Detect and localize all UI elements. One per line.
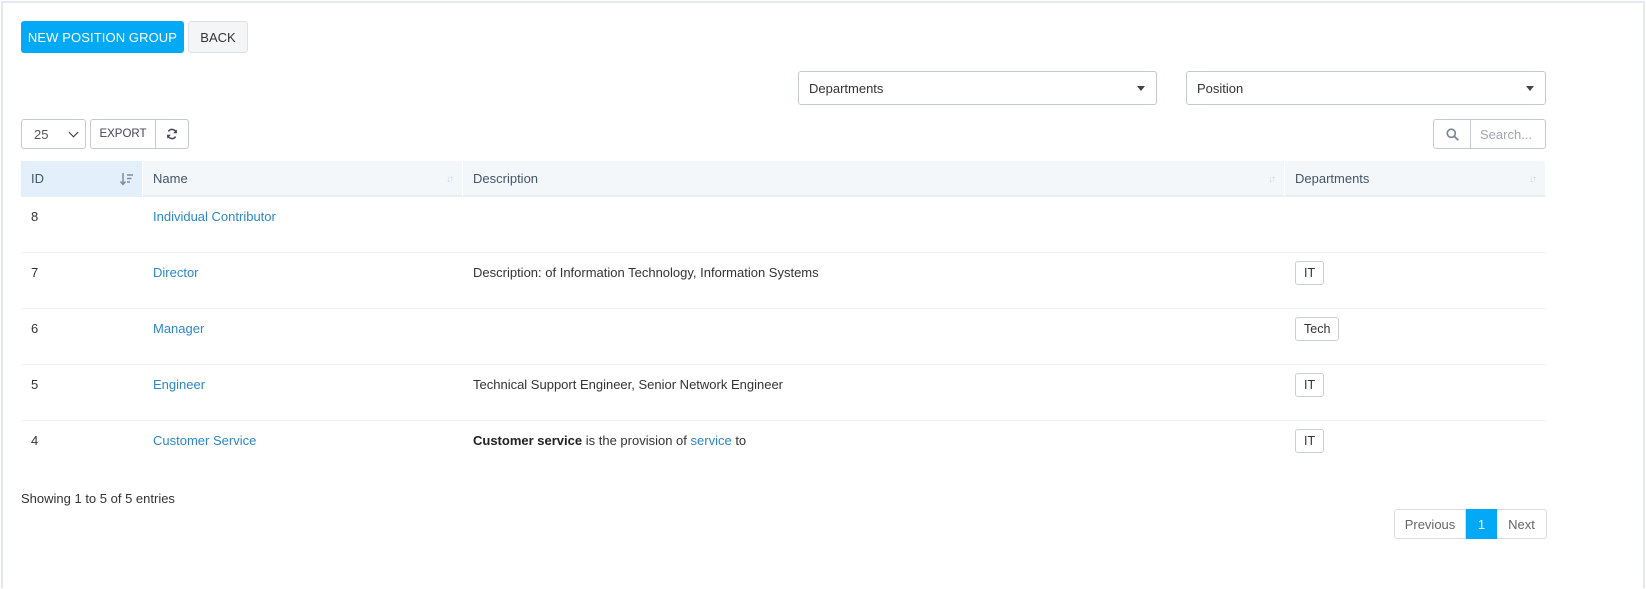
refresh-icon [167, 128, 177, 140]
back-button[interactable]: BACK [188, 21, 248, 53]
description-link[interactable]: service [691, 433, 732, 448]
cell-id: 5 [31, 377, 39, 392]
cell-id: 4 [31, 433, 39, 448]
description-bold-text: Customer service [473, 433, 583, 448]
table-row: 4 Customer Service Customer service is t… [21, 420, 1546, 476]
cell-departments: IT [1285, 365, 1546, 420]
cell-departments [1285, 197, 1546, 252]
position-name-link[interactable]: Engineer [153, 377, 205, 392]
position-name-link[interactable]: Individual Contributor [153, 209, 276, 224]
cell-description: Customer service is the provision of ser… [463, 421, 1285, 476]
table-row: 7 Director Description: of Information T… [21, 252, 1546, 308]
cell-id: 7 [31, 265, 39, 280]
table-info-text: Showing 1 to 5 of 5 entries [21, 491, 175, 506]
search-icon [1445, 127, 1459, 141]
position-filter-select[interactable]: Position [1186, 71, 1546, 105]
department-badge: IT [1295, 261, 1325, 285]
cell-name: Engineer [143, 365, 463, 420]
departments-filter-select[interactable]: Departments [798, 71, 1157, 105]
cell-description: Technical Support Engineer, Senior Netwo… [473, 377, 784, 392]
position-name-link[interactable]: Manager [153, 321, 204, 336]
previous-page-button[interactable]: Previous [1394, 509, 1466, 539]
position-groups-table: ID Name ↓↑ Description ↓↑ Departments ↓↑… [21, 161, 1546, 476]
sort-icon: ↓↑ [446, 174, 454, 185]
position-filter-value: Position [1197, 80, 1244, 96]
page-length-select[interactable]: 25 [21, 119, 86, 149]
cell-description [463, 309, 1285, 364]
next-page-button[interactable]: Next [1497, 509, 1547, 539]
column-header-departments[interactable]: Departments ↓↑ [1285, 161, 1546, 196]
cell-departments: IT [1285, 253, 1546, 308]
table-row: 8 Individual Contributor [21, 196, 1546, 252]
cell-id: 6 [31, 321, 39, 336]
chevron-down-icon [68, 127, 79, 138]
description-text: to [731, 433, 747, 448]
sort-icon: ↓↑ [1268, 174, 1276, 185]
description-text: is the provision of [582, 433, 691, 448]
table-header: ID Name ↓↑ Description ↓↑ Departments ↓↑ [21, 161, 1546, 196]
cell-name: Individual Contributor [143, 197, 463, 252]
cell-departments: Tech [1285, 309, 1546, 364]
cell-name: Manager [143, 309, 463, 364]
caret-down-icon [1137, 86, 1145, 91]
caret-down-icon [1526, 86, 1534, 91]
column-header-id[interactable]: ID [21, 161, 143, 196]
cell-description: Description: of Information Technology, … [473, 265, 819, 280]
table-row: 5 Engineer Technical Support Engineer, S… [21, 364, 1546, 420]
sort-desc-icon [120, 173, 133, 186]
cell-description [463, 197, 1285, 252]
page-1-button[interactable]: 1 [1466, 509, 1497, 539]
column-header-name[interactable]: Name ↓↑ [143, 161, 463, 196]
cell-departments: IT [1285, 421, 1546, 476]
cell-id: 8 [31, 209, 39, 224]
position-name-link[interactable]: Customer Service [153, 433, 256, 448]
search-button[interactable] [1433, 119, 1471, 149]
department-badge: IT [1295, 373, 1325, 397]
position-name-link[interactable]: Director [153, 265, 199, 280]
cell-name: Director [143, 253, 463, 308]
export-button[interactable]: EXPORT [90, 119, 156, 149]
pagination: Previous 1 Next [1394, 509, 1547, 539]
departments-filter-value: Departments [809, 80, 884, 96]
page-length-value: 25 [34, 126, 49, 142]
sort-icon: ↓↑ [1529, 174, 1537, 185]
column-header-description[interactable]: Description ↓↑ [463, 161, 1285, 196]
department-badge: IT [1295, 429, 1325, 453]
search-input[interactable] [1470, 119, 1546, 149]
department-badge: Tech [1295, 317, 1340, 341]
table-row: 6 Manager Tech [21, 308, 1546, 364]
new-position-group-button[interactable]: NEW POSITION GROUP [21, 21, 184, 53]
cell-name: Customer Service [143, 421, 463, 476]
refresh-button[interactable] [155, 119, 189, 149]
